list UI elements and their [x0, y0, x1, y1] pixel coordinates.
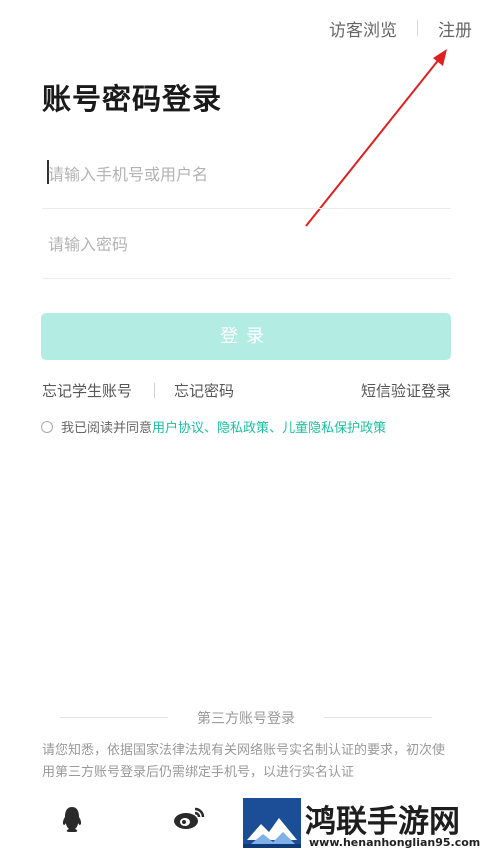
login-button[interactable]: 登录 [41, 313, 451, 360]
separator: 、 [204, 421, 218, 436]
login-links: 忘记学生账号 忘记密码 短信验证登录 [42, 380, 451, 402]
watermark-logo [243, 798, 301, 848]
weibo-icon[interactable] [173, 805, 205, 831]
password-input[interactable] [46, 228, 445, 260]
qq-icon[interactable] [60, 805, 84, 833]
agreement-row: 我已阅读并同意 用户协议 、 隐私政策 、 儿童隐私保护政策 [41, 417, 386, 436]
divider [154, 383, 155, 398]
username-input[interactable] [46, 158, 445, 190]
divider [324, 717, 432, 718]
username-field [42, 138, 451, 209]
separator: 、 [269, 421, 283, 436]
watermark-url: www.henanhonglian95.com [309, 836, 481, 849]
watermark-name: 鸿联手游网 [305, 804, 460, 840]
child-privacy-link[interactable]: 儿童隐私保护政策 [282, 417, 386, 436]
divider [60, 717, 168, 718]
terms-link[interactable]: 用户协议 [152, 417, 204, 436]
forgot-password-link[interactable]: 忘记密码 [174, 380, 234, 401]
sms-login-link[interactable]: 短信验证登录 [361, 380, 451, 401]
forgot-student-account-link[interactable]: 忘记学生账号 [42, 380, 132, 401]
site-watermark: 鸿联手游网 www.henanhonglian95.com [243, 798, 488, 853]
real-name-notice: 请您知悉，依据国家法律法规有关网络账号实名制认证的要求，初次使用第三方账号登录后… [42, 743, 446, 780]
agreement-radio[interactable] [41, 420, 53, 433]
password-field [42, 208, 451, 279]
third-party-header: 第三方账号登录 [60, 708, 432, 728]
page-title: 账号密码登录 [42, 82, 223, 116]
privacy-link[interactable]: 隐私政策 [217, 417, 269, 436]
agreement-prefix: 我已阅读并同意 [61, 421, 153, 436]
third-party-title: 第三方账号登录 [197, 711, 295, 727]
